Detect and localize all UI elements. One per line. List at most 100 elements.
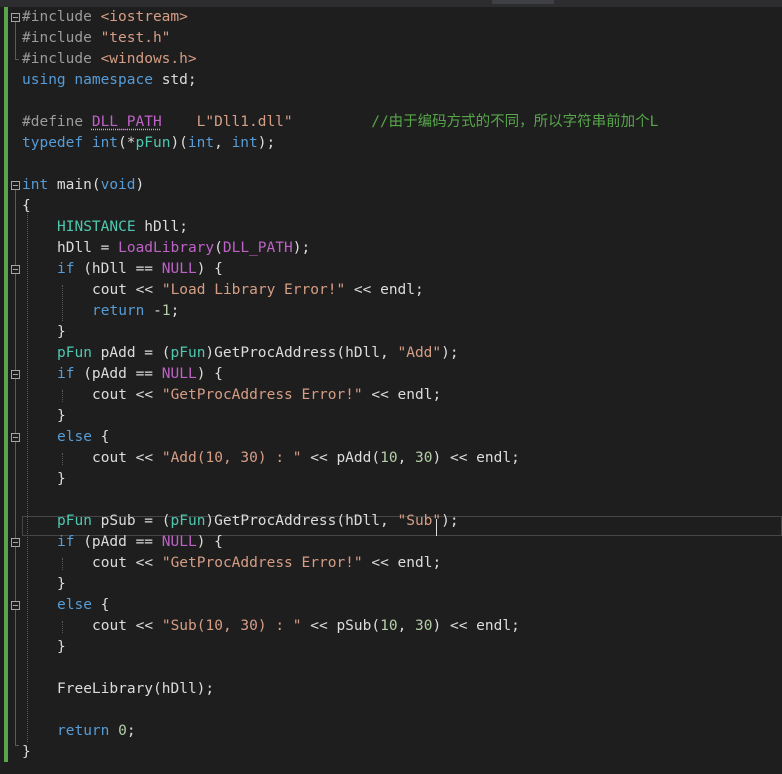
code-line-23: }: [57, 469, 66, 490]
code-text: std;: [152, 72, 197, 88]
include-path: <windows.h>: [100, 51, 197, 67]
fold-end-cap: [15, 59, 19, 60]
code-text: ,: [397, 618, 416, 634]
fold-toggle[interactable]: [11, 181, 20, 190]
keyword: int: [187, 135, 215, 151]
code-text: cout <<: [92, 387, 162, 403]
fold-toggle[interactable]: [11, 601, 20, 610]
code-text: ,: [397, 450, 416, 466]
code-text: )GetProcAddress(hDll,: [205, 345, 398, 361]
keyword: int: [91, 135, 119, 151]
code-text: );: [257, 135, 276, 151]
code-text: (pAdd ==: [74, 534, 162, 550]
directive: #include: [22, 30, 101, 46]
type-name: pFun: [135, 135, 171, 151]
code-text: cout <<: [92, 282, 162, 298]
keyword: return: [92, 303, 145, 319]
type-name: pFun: [170, 513, 206, 529]
keyword: if: [57, 534, 75, 550]
code-text: ): [135, 177, 145, 193]
code-text: }: [57, 408, 66, 424]
code-text: (: [214, 240, 223, 256]
macro-name: NULL: [161, 534, 197, 550]
keyword: int: [22, 177, 49, 193]
code-line-3: #include <windows.h>: [22, 49, 197, 70]
indent-guide: [62, 558, 63, 570]
string-literal: "Add(10, 30) : ": [161, 450, 302, 466]
code-line-20: }: [57, 406, 66, 427]
code-text: -: [144, 303, 162, 319]
macro-name: LoadLibrary: [118, 240, 215, 256]
code-text: hDll;: [135, 219, 188, 235]
code-line-1: #include <iostream>: [22, 7, 188, 28]
code-line-22: cout << "Add(10, 30) : " << pAdd(10, 30)…: [92, 448, 520, 469]
code-line-10: {: [22, 196, 31, 217]
code-text: {: [91, 597, 110, 613]
code-line-31: }: [57, 637, 66, 658]
indent-guide: [62, 285, 63, 321]
code-text: }: [57, 324, 66, 340]
string-literal: "Load Library Error!": [161, 282, 346, 298]
code-line-14: cout << "Load Library Error!" << endl;: [92, 280, 424, 301]
macro-name: NULL: [161, 366, 197, 382]
directive: #include: [22, 51, 101, 67]
string-literal: "Sub(10, 30) : ": [161, 618, 302, 634]
fold-toggle[interactable]: [11, 370, 20, 379]
code-text: << endl;: [362, 555, 442, 571]
code-line-16: }: [57, 322, 66, 343]
code-line-11: HINSTANCE hDll;: [57, 217, 188, 238]
indent-guide: [27, 207, 28, 742]
code-text: ;: [170, 303, 180, 319]
code-line-21: else {: [57, 427, 109, 448]
code-text: {: [22, 198, 31, 214]
directive: #define: [22, 114, 92, 130]
code-text: (hDll ==: [74, 261, 162, 277]
code-text: hDll =: [57, 240, 119, 256]
code-text: (hDll);: [153, 681, 215, 697]
function-name: FreeLibrary: [57, 681, 154, 697]
directive: #include: [22, 9, 101, 25]
code-text: ,: [214, 135, 232, 151]
code-line-4: using namespace std;: [22, 70, 197, 91]
code-line-30: cout << "Sub(10, 30) : " << pSub(10, 30)…: [92, 616, 520, 637]
code-line-26: if (pAdd == NULL) {: [57, 532, 223, 553]
indent-guide: [62, 621, 63, 633]
code-text: ) {: [196, 261, 223, 277]
code-line-36: }: [22, 742, 31, 763]
code-text: << endl;: [362, 387, 442, 403]
code-line-13: if (hDll == NULL) {: [57, 259, 223, 280]
keyword: namespace: [74, 72, 153, 88]
keyword: else: [57, 429, 92, 445]
code-text: ) {: [196, 534, 223, 550]
code-text: ) << endl;: [432, 618, 520, 634]
code-text: << pAdd(: [301, 450, 381, 466]
fold-toggle[interactable]: [11, 433, 20, 442]
code-text: {: [91, 429, 110, 445]
code-text: );: [292, 240, 311, 256]
include-path: <iostream>: [100, 9, 188, 25]
type-name: pFun: [170, 345, 206, 361]
code-text: )(: [170, 135, 188, 151]
number-literal: 30: [415, 618, 433, 634]
code-text: << pSub(: [301, 618, 381, 634]
code-line-28: }: [57, 574, 66, 595]
fold-toggle[interactable]: [11, 13, 20, 22]
code-line-33: FreeLibrary(hDll);: [57, 679, 214, 700]
indent-guide: [62, 453, 63, 465]
code-line-15: return -1;: [92, 301, 179, 322]
code-line-35: return 0;: [57, 721, 136, 742]
document-tab[interactable]: [492, 0, 554, 4]
code-text: ) << endl;: [432, 450, 520, 466]
code-text: ;: [126, 723, 136, 739]
keyword: using: [22, 72, 66, 88]
code-text: pSub = (: [91, 513, 171, 529]
fold-toggle[interactable]: [11, 538, 20, 547]
fold-structure-line: [15, 17, 16, 59]
fold-toggle[interactable]: [11, 265, 20, 274]
string-literal: "Sub": [397, 513, 442, 529]
code-text: cout <<: [92, 555, 162, 571]
number-literal: 1: [161, 303, 171, 319]
string-literal: "GetProcAddress Error!": [161, 387, 363, 403]
